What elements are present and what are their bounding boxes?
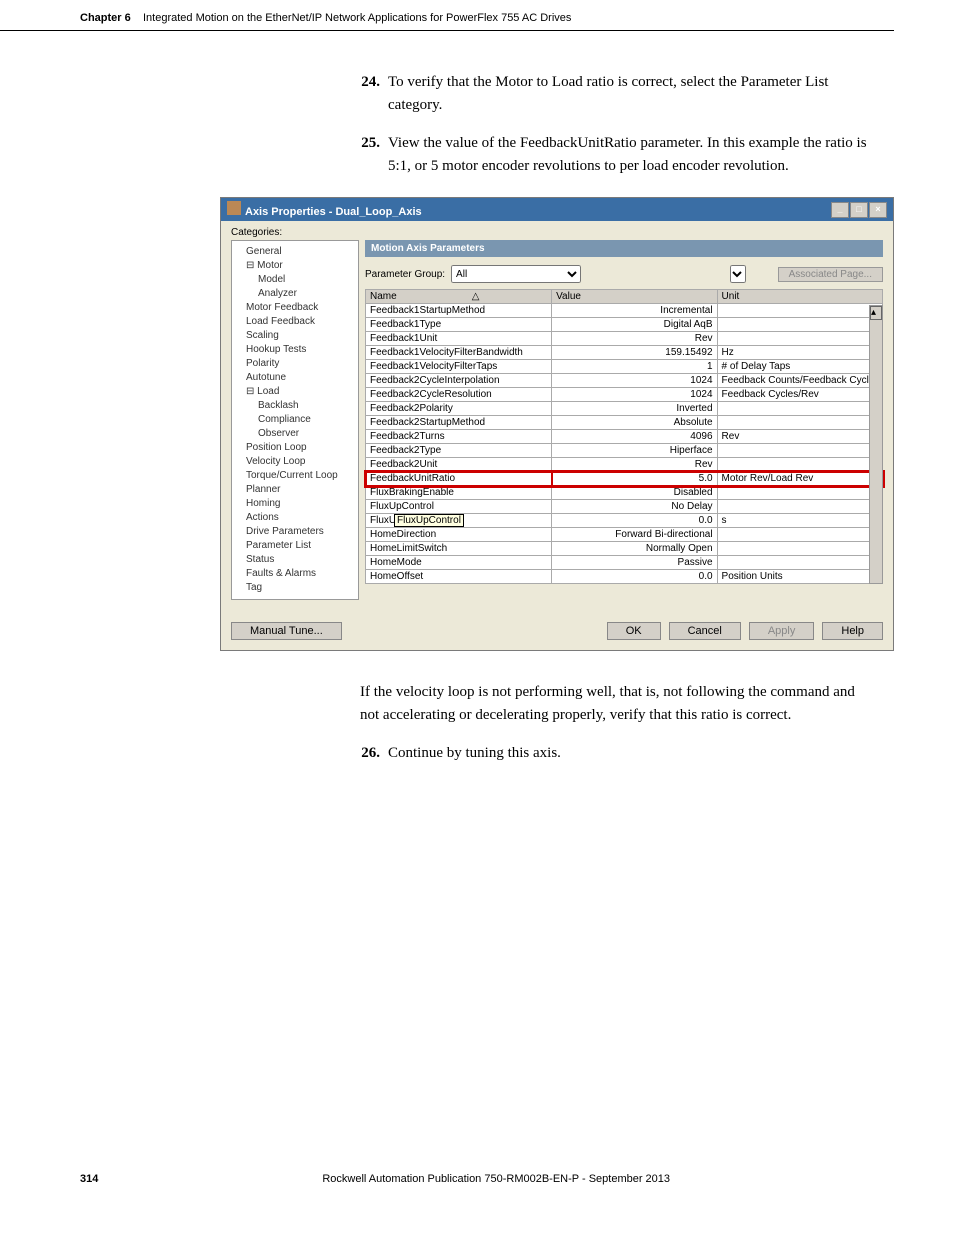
param-group-select[interactable]: All	[451, 265, 581, 283]
table-row: FluxBrakingEnableDisabled	[366, 486, 883, 500]
category-tree[interactable]: General ⊟ Motor Model Analyzer Motor Fee…	[231, 240, 359, 600]
tree-item[interactable]: Backlash	[234, 399, 356, 413]
titlebar: Axis Properties - Dual_Loop_Axis _ □ ×	[221, 198, 893, 221]
tree-item[interactable]: Compliance	[234, 413, 356, 427]
tree-item[interactable]: Observer	[234, 427, 356, 441]
step-text: Continue by tuning this axis.	[388, 742, 874, 765]
dialog-body: Categories: General ⊟ Motor Model Analyz…	[221, 221, 893, 610]
tree-item[interactable]: Velocity Loop	[234, 455, 356, 469]
maximize-button[interactable]: □	[850, 202, 868, 218]
table-row: Feedback2CycleInterpolation1024Feedback …	[366, 374, 883, 388]
tree-item[interactable]: Polarity	[234, 357, 356, 371]
tree-item[interactable]: Homing	[234, 497, 356, 511]
table-row: FluxUpTimeFluxUpControl0.0s	[366, 514, 883, 528]
step-25: 25. View the value of the FeedbackUnitRa…	[360, 132, 874, 177]
step-26: 26. Continue by tuning this axis.	[360, 742, 874, 765]
col-value[interactable]: Value	[552, 290, 717, 304]
tree-item[interactable]: Status	[234, 553, 356, 567]
cancel-button[interactable]: Cancel	[669, 622, 741, 640]
table-row: Feedback1TypeDigital AqB	[366, 318, 883, 332]
scroll-up-icon[interactable]: ▴	[870, 306, 882, 320]
table-row: HomeOffset0.0Position Units	[366, 570, 883, 584]
step-24: 24. To verify that the Motor to Load rat…	[360, 71, 874, 116]
note-paragraph: If the velocity loop is not performing w…	[360, 681, 874, 726]
body-text: 24. To verify that the Motor to Load rat…	[360, 71, 874, 177]
step-text: View the value of the FeedbackUnitRatio …	[388, 132, 874, 177]
page-footer: 314 Rockwell Automation Publication 750-…	[80, 1173, 894, 1185]
table-row: FluxUpControlNo Delay	[366, 500, 883, 514]
dialog-footer: Manual Tune... OK Cancel Apply Help	[221, 610, 893, 650]
filter-select[interactable]	[730, 265, 746, 283]
step-text: To verify that the Motor to Load ratio i…	[388, 71, 874, 116]
tree-item[interactable]: Hookup Tests	[234, 343, 356, 357]
categories-label: Categories:	[231, 227, 883, 238]
table-row: Feedback2UnitRev	[366, 458, 883, 472]
chapter-title: Integrated Motion on the EtherNet/IP Net…	[143, 12, 571, 24]
axis-properties-dialog: Axis Properties - Dual_Loop_Axis _ □ × C…	[220, 197, 894, 651]
associated-page-button[interactable]: Associated Page...	[778, 267, 883, 282]
page-number: 314	[80, 1173, 98, 1185]
table-row: Feedback1VelocityFilterBandwidth159.1549…	[366, 346, 883, 360]
manual-tune-button[interactable]: Manual Tune...	[231, 622, 342, 640]
table-row: Feedback2CycleResolution1024Feedback Cyc…	[366, 388, 883, 402]
parameter-grid[interactable]: Name △ Value Unit Feedback1StartupMethod…	[365, 289, 883, 584]
screenshot-dialog: Axis Properties - Dual_Loop_Axis _ □ × C…	[220, 197, 894, 651]
table-row: Feedback1VelocityFilterTaps1# of Delay T…	[366, 360, 883, 374]
tree-item[interactable]: Analyzer	[234, 287, 356, 301]
tree-item[interactable]: General	[234, 245, 356, 259]
minimize-button[interactable]: _	[831, 202, 849, 218]
close-button[interactable]: ×	[869, 202, 887, 218]
table-row: Feedback2StartupMethodAbsolute	[366, 416, 883, 430]
table-row: Feedback2Turns4096Rev	[366, 430, 883, 444]
col-unit[interactable]: Unit	[717, 290, 882, 304]
tooltip: FluxUpControl	[394, 514, 464, 527]
col-name[interactable]: Name △	[366, 290, 552, 304]
panel-title: Motion Axis Parameters	[365, 240, 883, 257]
table-row: Feedback1StartupMethodIncremental	[366, 304, 883, 318]
step-number: 26.	[360, 742, 388, 765]
right-panel: Motion Axis Parameters Parameter Group: …	[365, 240, 883, 600]
table-row: Feedback2PolarityInverted	[366, 402, 883, 416]
help-button[interactable]: Help	[822, 622, 883, 640]
window-buttons: _ □ ×	[831, 202, 887, 218]
tree-item[interactable]: Scaling	[234, 329, 356, 343]
page-header: Chapter 6 Integrated Motion on the Ether…	[0, 0, 894, 31]
tree-item[interactable]: Parameter List	[234, 539, 356, 553]
tree-item[interactable]: Model	[234, 273, 356, 287]
window-title: Axis Properties - Dual_Loop_Axis	[227, 201, 422, 218]
table-row: HomeModePassive	[366, 556, 883, 570]
step-number: 25.	[360, 132, 388, 177]
tree-item[interactable]: Position Loop	[234, 441, 356, 455]
tree-item[interactable]: ⊟ Motor	[234, 259, 356, 273]
app-icon	[227, 201, 241, 215]
tree-item[interactable]: Drive Parameters	[234, 525, 356, 539]
tree-item[interactable]: Motor Feedback	[234, 301, 356, 315]
table-row: HomeDirectionForward Bi-directional	[366, 528, 883, 542]
tree-item[interactable]: Tag	[234, 581, 356, 595]
publication-info: Rockwell Automation Publication 750-RM00…	[322, 1173, 670, 1185]
tree-item[interactable]: Load Feedback	[234, 315, 356, 329]
tree-item[interactable]: Planner	[234, 483, 356, 497]
table-row: HomeLimitSwitchNormally Open	[366, 542, 883, 556]
table-row: Feedback1UnitRev	[366, 332, 883, 346]
tree-item[interactable]: Faults & Alarms	[234, 567, 356, 581]
tree-item[interactable]: Torque/Current Loop	[234, 469, 356, 483]
chapter-label: Chapter 6	[80, 12, 131, 24]
dialog-main: General ⊟ Motor Model Analyzer Motor Fee…	[231, 240, 883, 600]
tree-item[interactable]: ⊟ Load	[234, 385, 356, 399]
step-number: 24.	[360, 71, 388, 116]
param-group-row: Parameter Group: All Associated Page...	[365, 265, 883, 283]
vertical-scrollbar[interactable]: ▴	[869, 305, 883, 584]
post-screenshot-text: If the velocity loop is not performing w…	[360, 681, 874, 765]
table-row: Feedback2TypeHiperface	[366, 444, 883, 458]
param-group-label: Parameter Group:	[365, 269, 445, 280]
ok-button[interactable]: OK	[607, 622, 661, 640]
parameter-grid-wrap: Name △ Value Unit Feedback1StartupMethod…	[365, 289, 883, 584]
table-row-highlight: FeedbackUnitRatio5.0Motor Rev/Load Rev	[366, 472, 883, 486]
tree-item[interactable]: Autotune	[234, 371, 356, 385]
grid-header-row: Name △ Value Unit	[366, 290, 883, 304]
tree-item[interactable]: Actions	[234, 511, 356, 525]
apply-button[interactable]: Apply	[749, 622, 815, 640]
